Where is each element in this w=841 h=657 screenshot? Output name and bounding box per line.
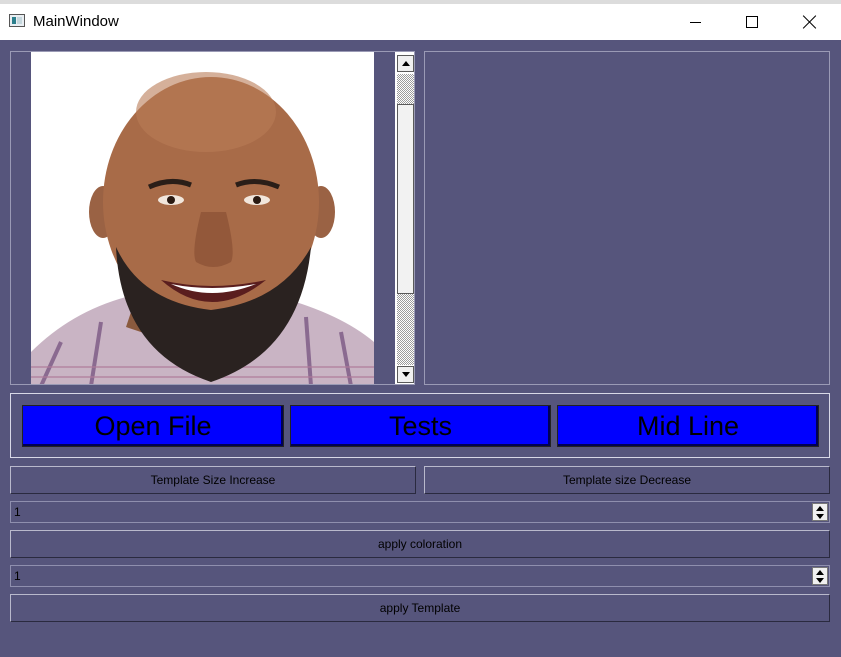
arrow-up-icon (816, 505, 824, 511)
image-view-panel[interactable] (10, 51, 415, 385)
scroll-down-button[interactable] (397, 366, 414, 383)
apply-coloration-button[interactable]: apply coloration (10, 530, 830, 558)
app-window-icon (9, 14, 25, 27)
template-spin-value[interactable]: 1 (14, 569, 21, 583)
arrow-down-icon (401, 372, 410, 377)
coloration-spin-down-button[interactable] (813, 512, 827, 520)
apply-template-button[interactable]: apply Template (10, 594, 830, 622)
coloration-spin-up-button[interactable] (813, 504, 827, 512)
arrow-down-icon (816, 513, 824, 519)
output-view-panel (424, 51, 830, 385)
mid-line-button[interactable]: Mid Line (557, 405, 819, 447)
maximize-icon (746, 16, 758, 28)
template-size-increase-button[interactable]: Template Size Increase (10, 466, 416, 494)
arrow-down-icon (816, 577, 824, 583)
face-photo (31, 52, 374, 384)
tests-button[interactable]: Tests (290, 405, 551, 447)
coloration-spin-buttons[interactable] (812, 503, 828, 521)
template-size-decrease-button[interactable]: Template size Decrease (424, 466, 830, 494)
scroll-thumb[interactable] (397, 104, 414, 294)
arrow-up-icon (816, 569, 824, 575)
open-file-button[interactable]: Open File (22, 405, 284, 447)
minimize-icon (689, 21, 701, 23)
window-title: MainWindow (33, 13, 119, 30)
template-spinbox[interactable]: 1 (10, 565, 830, 587)
close-icon (803, 15, 817, 29)
coloration-spinbox[interactable]: 1 (10, 501, 830, 523)
coloration-spin-value[interactable]: 1 (14, 505, 21, 519)
maximize-button[interactable] (729, 4, 775, 40)
scroll-up-button[interactable] (397, 55, 414, 72)
main-button-group: Open File Tests Mid Line (10, 393, 830, 458)
minimize-button[interactable] (672, 4, 718, 40)
template-spin-up-button[interactable] (813, 568, 827, 576)
arrow-up-icon (401, 61, 410, 66)
title-bar[interactable]: MainWindow (0, 4, 841, 40)
template-spin-down-button[interactable] (813, 576, 827, 584)
image-vertical-scrollbar[interactable] (395, 52, 414, 384)
template-spin-buttons[interactable] (812, 567, 828, 585)
close-button[interactable] (787, 4, 833, 40)
